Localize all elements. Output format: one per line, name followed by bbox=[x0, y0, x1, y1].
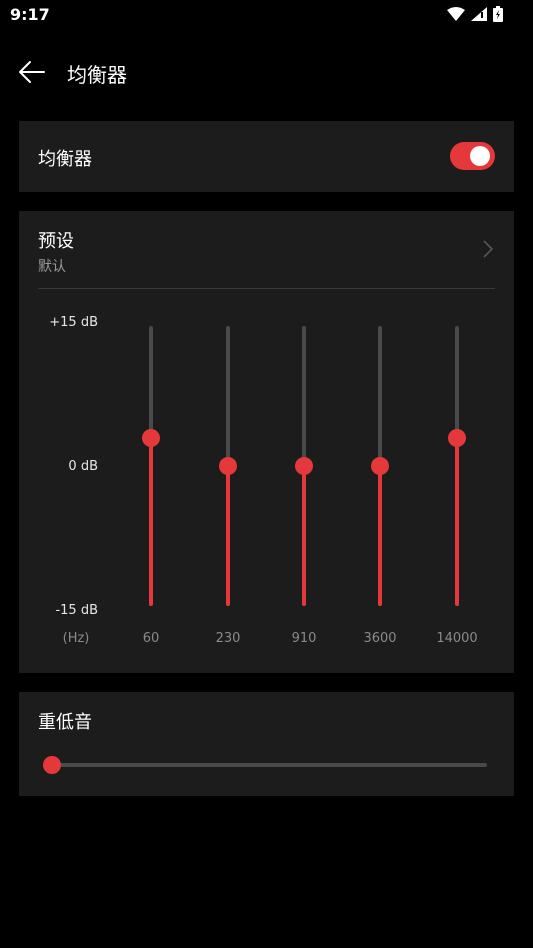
eq-band-freq-label: 3600 bbox=[363, 631, 397, 646]
eq-band-60[interactable] bbox=[129, 326, 173, 606]
equalizer-toggle-card: 均衡器 bbox=[19, 121, 514, 192]
hz-unit-label: (Hz) bbox=[62, 631, 90, 646]
eq-band-fill bbox=[302, 466, 306, 606]
preset-title: 预设 bbox=[38, 231, 74, 252]
battery-icon bbox=[493, 6, 503, 22]
preset-value: 默认 bbox=[38, 259, 66, 275]
db-zero-label: 0 dB bbox=[68, 459, 98, 474]
bass-slider-track bbox=[43, 763, 487, 767]
signal-icon bbox=[471, 7, 487, 21]
preset-row[interactable]: 预设 默认 bbox=[19, 211, 514, 288]
divider bbox=[38, 288, 495, 289]
db-min-label: -15 dB bbox=[55, 603, 98, 618]
eq-band-3600[interactable] bbox=[358, 326, 402, 606]
eq-band-fill bbox=[226, 466, 230, 606]
eq-band-thumb[interactable] bbox=[371, 457, 389, 475]
db-max-label: +15 dB bbox=[49, 315, 98, 330]
equalizer-card: 预设 默认 +15 dB 0 dB -15 dB (Hz) 60 230 910 36… bbox=[19, 211, 514, 673]
status-time: 9:17 bbox=[10, 5, 50, 24]
back-button[interactable] bbox=[14, 58, 50, 86]
bass-slider[interactable] bbox=[43, 754, 487, 776]
eq-band-910[interactable] bbox=[282, 326, 326, 606]
eq-band-thumb[interactable] bbox=[448, 429, 466, 447]
eq-band-fill bbox=[455, 438, 459, 606]
eq-band-14000[interactable] bbox=[435, 326, 479, 606]
bass-card: 重低音 bbox=[19, 692, 514, 796]
bass-label: 重低音 bbox=[38, 712, 92, 733]
eq-band-fill bbox=[378, 466, 382, 606]
page-title: 均衡器 bbox=[67, 63, 127, 87]
eq-band-thumb[interactable] bbox=[142, 429, 160, 447]
eq-band-thumb[interactable] bbox=[219, 457, 237, 475]
app-bar: 均衡器 bbox=[0, 44, 533, 100]
eq-band-freq-label: 910 bbox=[291, 631, 317, 646]
equalizer-switch[interactable] bbox=[450, 142, 495, 170]
status-bar: 9:17 bbox=[0, 0, 533, 30]
eq-band-thumb[interactable] bbox=[295, 457, 313, 475]
wifi-icon bbox=[447, 7, 465, 21]
eq-band-freq-label: 230 bbox=[215, 631, 241, 646]
eq-band-fill bbox=[149, 438, 153, 606]
status-icons bbox=[447, 6, 503, 22]
eq-band-freq-label: 14000 bbox=[436, 631, 478, 646]
eq-band-230[interactable] bbox=[206, 326, 250, 606]
eq-band-freq-label: 60 bbox=[142, 631, 160, 646]
bass-slider-thumb[interactable] bbox=[43, 756, 61, 774]
equalizer-label: 均衡器 bbox=[38, 149, 92, 170]
arrow-back-icon bbox=[19, 61, 45, 83]
switch-knob bbox=[470, 146, 490, 166]
chevron-right-icon bbox=[483, 240, 494, 258]
